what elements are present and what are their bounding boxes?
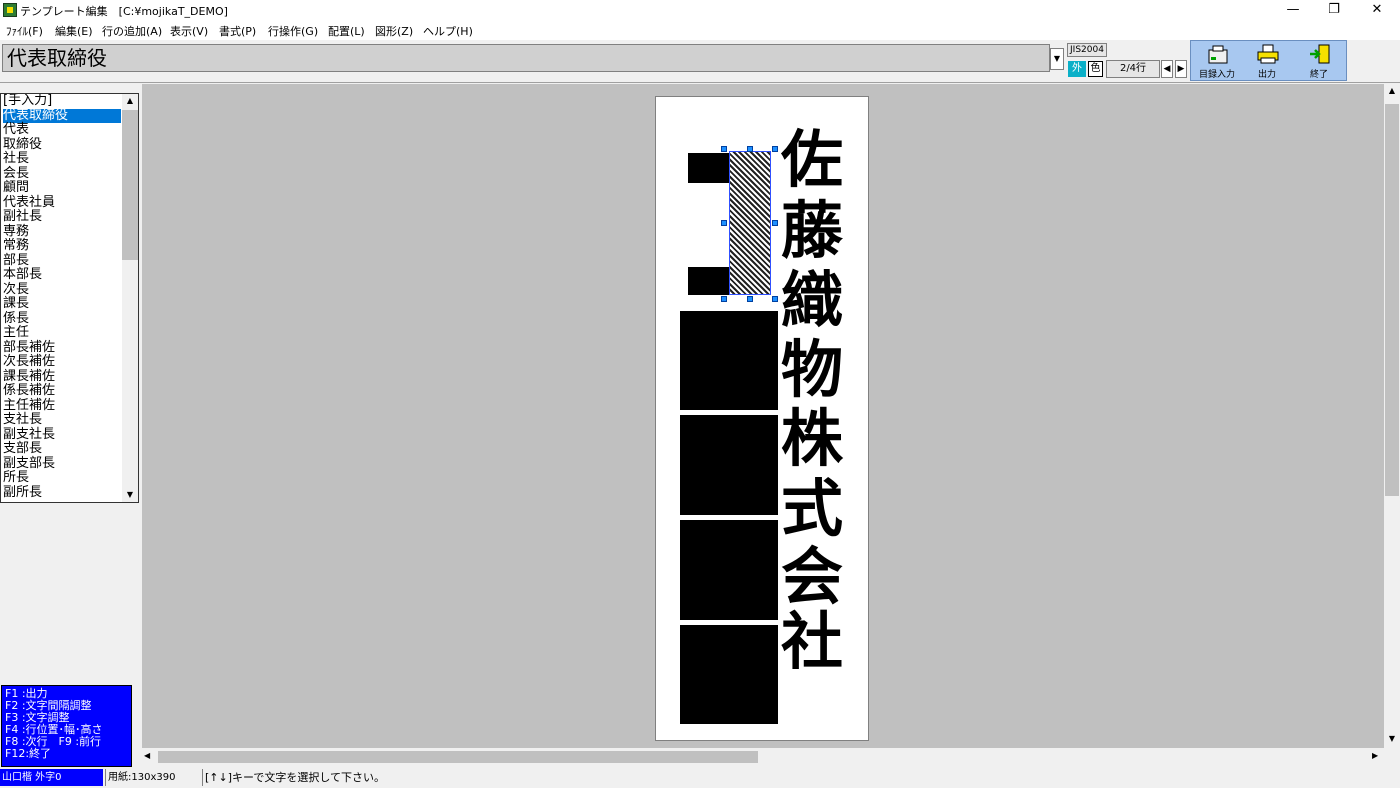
status-message: [↑↓]キーで文字を選択して下さい。	[202, 769, 805, 786]
company-char[interactable]: 社	[778, 608, 846, 676]
list-item[interactable]: 部長	[3, 253, 121, 268]
list-item[interactable]: 専務	[3, 224, 121, 239]
resize-handle[interactable]	[747, 146, 753, 152]
selected-title-line[interactable]	[729, 151, 771, 295]
bracket-shape-bottom[interactable]	[688, 267, 732, 295]
function-key-help: F1 :出力 F2 :文字間隔調整 F3 :文字調整 F4 :行位置･幅･高さ …	[1, 685, 132, 767]
list-item[interactable]: 社長	[3, 152, 121, 166]
vscroll-down-icon[interactable]: ▼	[1385, 734, 1399, 743]
name-char-block[interactable]	[680, 415, 778, 515]
list-item[interactable]: 課長	[3, 297, 121, 311]
list-item[interactable]: 副支部長	[3, 456, 121, 471]
list-item[interactable]: 常務	[3, 239, 121, 253]
current-text-field[interactable]: 代表取締役	[2, 44, 1050, 72]
register-input-label: 目録入力	[1198, 70, 1235, 80]
company-char[interactable]: 藤	[778, 197, 846, 265]
list-item[interactable]: 係長	[3, 311, 121, 326]
list-item[interactable]: 代表	[3, 123, 121, 137]
company-char[interactable]: 物	[778, 336, 846, 404]
output-button[interactable]: 出力	[1242, 41, 1292, 81]
printer-icon	[1257, 44, 1279, 64]
menu-file[interactable]: ﾌｧｲﾙ(F)	[6, 23, 43, 39]
menu-line-ops[interactable]: 行操作(G)	[268, 23, 318, 39]
bracket-shape-top[interactable]	[688, 153, 732, 183]
name-char-block[interactable]	[680, 520, 778, 620]
menu-shapes[interactable]: 図形(Z)	[375, 23, 413, 39]
menu-edit[interactable]: 編集(E)	[55, 23, 93, 39]
menu-layout[interactable]: 配置(L)	[328, 23, 365, 39]
color-button[interactable]: 色	[1088, 61, 1103, 77]
list-item[interactable]: 次長補佐	[3, 355, 121, 369]
company-char[interactable]: 株	[778, 405, 846, 473]
name-char-block[interactable]	[680, 625, 778, 724]
list-item[interactable]: 会長	[3, 166, 121, 181]
hscroll-left-icon[interactable]: ◀	[144, 751, 150, 760]
list-item[interactable]: 主任	[3, 326, 121, 340]
restore-button[interactable]: ❐	[1311, 0, 1357, 20]
window-title: テンプレート編集 [C:¥mojikaT_DEMO]	[20, 5, 228, 18]
output-label: 出力	[1257, 70, 1276, 80]
vscroll-thumb[interactable]	[1385, 104, 1399, 496]
scroll-up-icon[interactable]: ▲	[122, 94, 138, 108]
vscroll-up-icon[interactable]: ▲	[1385, 86, 1399, 95]
help-line: F12:終了	[5, 747, 52, 760]
hscroll-right-icon[interactable]: ▶	[1372, 751, 1378, 760]
next-line-button[interactable]: ▶	[1175, 60, 1187, 78]
list-item[interactable]: 顧問	[3, 181, 121, 195]
status-font: 山口楷 外字0	[0, 769, 103, 786]
list-item[interactable]: 部長補佐	[3, 340, 121, 355]
line-counter: 2/4行	[1106, 60, 1160, 78]
exit-door-icon	[1310, 44, 1330, 64]
resize-handle[interactable]	[721, 146, 727, 152]
title-list[interactable]: [手入力] 代表取締役 代表 取締役 社長 会長 顧問 代表社員 副社長 専務 …	[0, 93, 139, 503]
exit-label: 終了	[1309, 70, 1328, 80]
company-char[interactable]: 佐	[778, 126, 846, 194]
menu-bar	[0, 20, 1400, 40]
register-input-button[interactable]: 目録入力	[1192, 41, 1242, 81]
close-button[interactable]: ✕	[1354, 0, 1400, 20]
resize-handle[interactable]	[721, 296, 727, 302]
scroll-down-icon[interactable]: ▼	[122, 488, 138, 502]
name-char-block[interactable]	[680, 311, 778, 410]
company-char[interactable]: 式	[778, 475, 846, 543]
jis-label: JIS2004	[1067, 43, 1107, 57]
menu-format[interactable]: 書式(P)	[219, 23, 256, 39]
exit-button[interactable]: 終了	[1294, 41, 1344, 81]
vertical-scrollbar[interactable]: ▲ ▼	[1384, 84, 1400, 748]
list-item[interactable]: 次長	[3, 282, 121, 297]
prev-line-button[interactable]: ◀	[1161, 60, 1173, 78]
list-item[interactable]: 本部長	[3, 268, 121, 282]
list-item[interactable]: 課長補佐	[3, 369, 121, 384]
list-item-selected[interactable]: 代表取締役	[3, 108, 121, 123]
menu-help[interactable]: ヘルプ(H)	[423, 23, 473, 39]
gaiji-button[interactable]: 外	[1068, 61, 1086, 77]
list-item[interactable]: 代表社員	[3, 195, 121, 210]
list-item[interactable]: 係長補佐	[3, 384, 121, 398]
resize-handle[interactable]	[747, 296, 753, 302]
register-input-icon	[1208, 45, 1228, 64]
status-paper-size: 用紙:130x390	[105, 769, 201, 786]
menu-add-line[interactable]: 行の追加(A)	[102, 23, 162, 39]
list-item[interactable]: 副支社長	[3, 427, 121, 442]
list-item[interactable]: [手入力]	[3, 94, 121, 108]
list-item[interactable]: 副所長	[3, 485, 121, 500]
list-item[interactable]: 取締役	[3, 137, 121, 152]
list-item[interactable]: 主任補佐	[3, 398, 121, 413]
list-item[interactable]: 所長	[3, 471, 121, 485]
combo-dropdown-icon[interactable]: ▼	[1050, 48, 1064, 70]
app-icon	[3, 3, 17, 17]
company-char[interactable]: 会	[778, 543, 846, 611]
list-item[interactable]: 支部長	[3, 442, 121, 456]
minimize-button[interactable]: —	[1270, 0, 1316, 20]
horizontal-scrollbar[interactable]: ◀ ▶	[142, 748, 1384, 766]
menu-view[interactable]: 表示(V)	[170, 23, 208, 39]
list-item[interactable]: 副社長	[3, 210, 121, 224]
list-scroll-thumb[interactable]	[122, 110, 138, 260]
list-item[interactable]: 支社長	[3, 413, 121, 427]
company-char[interactable]: 織	[778, 267, 846, 335]
resize-handle[interactable]	[721, 220, 727, 226]
hscroll-thumb[interactable]	[158, 751, 758, 763]
